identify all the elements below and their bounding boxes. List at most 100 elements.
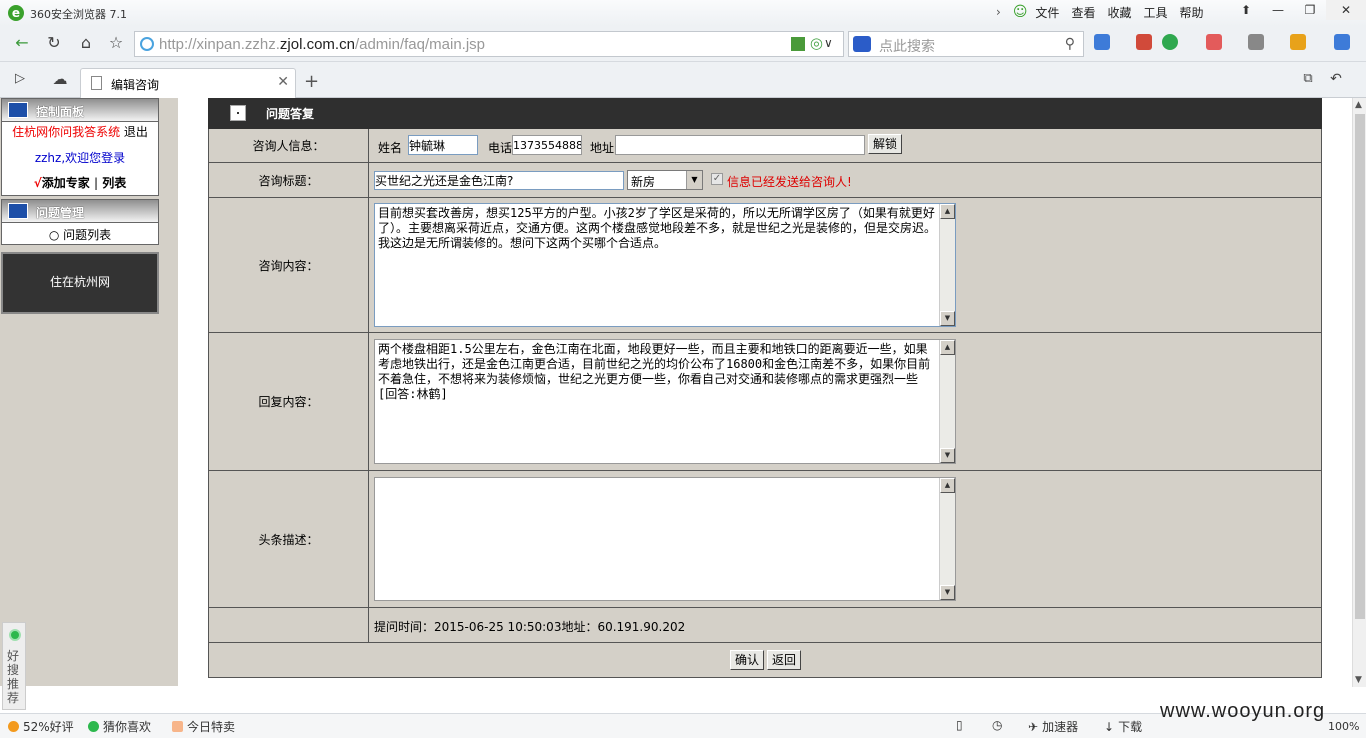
content-scrollbar[interactable]: ▲ ▼ [939,204,955,326]
expert-list-link[interactable]: 列表 [102,176,126,190]
scroll-down-icon[interactable]: ▼ [1355,675,1362,685]
browser-app-name: 360安全浏览器 7.1 [30,8,127,21]
expert-line: √添加专家 | 列表 [33,176,127,190]
security-shield-icon[interactable] [1162,34,1178,50]
confirm-button[interactable]: 确认 [730,650,764,670]
phone-input[interactable] [512,135,582,155]
menu-favorites[interactable]: 收藏 [1107,4,1131,21]
address-url[interactable]: http://xinpan.zzhz.zjol.com.cn/admin/faq… [159,36,485,53]
refresh-icon[interactable]: ↻ [42,32,66,54]
undo-close-icon[interactable]: ↶ [1324,68,1348,90]
scroll-down-icon[interactable]: ▼ [940,448,955,463]
skin-icon[interactable]: ⬆ [1230,0,1262,20]
tab-restore-icon[interactable]: ⧉ [1296,68,1320,90]
form-header-title: 问题答复 [266,107,315,121]
search-icon[interactable]: ⚲ [1065,36,1075,52]
rating-item[interactable]: 52%好评 [8,718,74,735]
submit-info-row: 提问时间：2015-06-25 10:50:03地址：60.191.90.202 [208,608,1322,643]
phone-icon[interactable]: ▯ [956,718,963,732]
control-panel-header: 控制面板 [1,98,159,122]
baidu-paw-icon[interactable] [853,36,871,52]
control-panel-title: 控制面板 [36,105,85,119]
scroll-down-icon[interactable]: ▼ [940,311,955,326]
sidebar-toggle-icon[interactable]: ▷ [8,68,32,90]
headline-scrollbar[interactable]: ▲ ▼ [939,478,955,600]
logout-link[interactable]: 退出 [124,125,148,139]
qrcode-icon[interactable] [791,37,805,51]
scroll-up-icon[interactable]: ▲ [1355,100,1362,110]
scroll-up-icon[interactable]: ▲ [940,478,955,493]
content-textarea[interactable]: 目前想买套改善房，想买125平方的户型。小孩2岁了学区是采荷的，所以无所谓学区房… [374,203,956,327]
page-viewport: 控制面板 住杭网你问我答系统 退出 zzhz,欢迎您登录 √添加专家 | 列表 … [0,98,1352,713]
question-list-link[interactable]: ○ 问题列表 [2,226,158,243]
notify-text: 信息已经发送给咨询人! [727,175,852,189]
system-line: 住杭网你问我答系统 退出 [2,123,158,140]
speed-icon[interactable]: ◷ [992,718,1002,732]
today-deal-item[interactable]: 今日特卖 [172,718,235,735]
document-icon [91,76,102,90]
guess-item[interactable]: 猜你喜欢 [88,718,151,735]
download-item[interactable]: ↓ 下载 [1104,718,1142,735]
submit-info: 提问时间：2015-06-25 10:50:03地址：60.191.90.202 [374,620,686,634]
back-button[interactable]: 返回 [767,650,801,670]
favorite-star-icon[interactable]: ☆ [104,32,128,54]
title-input[interactable] [374,171,624,190]
content-text[interactable]: 目前想买套改善房，想买125平方的户型。小孩2岁了学区是采荷的，所以无所谓学区房… [375,204,939,326]
close-button[interactable]: ✕ [1326,0,1366,20]
home-icon[interactable]: ⌂ [74,32,98,54]
category-select[interactable]: 新房 ▼ [627,170,703,190]
reply-scrollbar[interactable]: ▲ ▼ [939,340,955,463]
rocket-icon: ✈ [1028,719,1039,734]
menu-tools[interactable]: 工具 [1143,4,1167,21]
scroll-down-icon[interactable]: ▼ [940,585,955,600]
headline-text[interactable] [375,478,939,600]
scrollbar-thumb[interactable] [1355,114,1365,619]
chevron-down-icon[interactable]: ▼ [686,171,702,189]
scroll-up-icon[interactable]: ▲ [940,204,955,219]
zoom-level[interactable]: 100% [1328,720,1359,733]
haosou-recommend[interactable]: 好搜推荐 [2,622,26,710]
speedup-icon[interactable]: ◎ [810,34,823,52]
game-icon[interactable] [1290,34,1306,50]
scroll-up-icon[interactable]: ▲ [940,340,955,355]
menu-more-icon[interactable] [1334,34,1350,50]
new-tab-icon[interactable]: + [304,71,319,92]
name-label: 姓名 [378,141,403,155]
tab-edit-inquiry[interactable]: 编辑咨询 ✕ [80,68,296,98]
reply-textarea[interactable]: 两个楼盘相距1.5公里左右，金色江南在北面，地段更好一些，而且主要和地铁口的距离… [374,339,956,464]
window-controls: ⬆ — ❐ ✕ [1230,0,1366,20]
notify-checkbox[interactable]: ✓ [711,173,723,185]
translate-icon[interactable] [1206,34,1222,50]
menu-file[interactable]: 文件 [1035,4,1059,21]
address-input[interactable] [615,135,865,155]
unlock-button[interactable]: 解锁 [868,134,902,154]
address-bar[interactable]: http://xinpan.zzhz.zjol.com.cn/admin/faq… [134,31,844,57]
browser-menubar: › ☺ 文件 查看 收藏 工具 帮助 [996,3,1216,21]
headline-textarea[interactable]: ▲ ▼ [374,477,956,601]
menu-view[interactable]: 查看 [1071,4,1095,21]
name-input[interactable] [408,135,478,155]
menu-help[interactable]: 帮助 [1179,4,1203,21]
menu-expand-icon[interactable]: › [996,5,1001,19]
cloud-icon[interactable]: ☁ [48,68,72,90]
tab-close-icon[interactable]: ✕ [277,74,289,90]
reply-text[interactable]: 两个楼盘相距1.5公里左右，金色江南在北面，地段更好一些，而且主要和地铁口的距离… [375,340,939,463]
address-dropdown-icon[interactable]: ∨ [824,36,833,50]
minimize-button[interactable]: — [1262,0,1294,20]
check-mark-icon: √ [33,176,42,190]
accelerator-item[interactable]: ✈ 加速器 [1028,718,1078,735]
calendar-icon[interactable] [1136,34,1152,50]
page-scrollbar[interactable]: ▲ ▼ [1352,98,1366,687]
add-expert-link[interactable]: 添加专家 [42,176,90,190]
apps-icon[interactable] [1094,34,1110,50]
question-management-header[interactable]: 问题管理 [1,199,159,223]
back-icon[interactable]: ← [10,32,34,54]
browser-statusbar: 52%好评 猜你喜欢 今日特卖 ▯ ◷ ✈ 加速器 ↓ 下载 www.wooyun.… [0,700,1366,738]
user-icon[interactable]: ☺ [1013,4,1028,20]
orange-icon [8,721,19,732]
maximize-button[interactable]: ❐ [1294,0,1326,20]
search-box[interactable]: 点此搜索 ⚲ [848,31,1084,57]
screenshot-icon[interactable] [1248,34,1264,50]
haosou-label: 好搜推荐 [7,649,20,705]
question-management-body: ○ 问题列表 [1,223,159,245]
